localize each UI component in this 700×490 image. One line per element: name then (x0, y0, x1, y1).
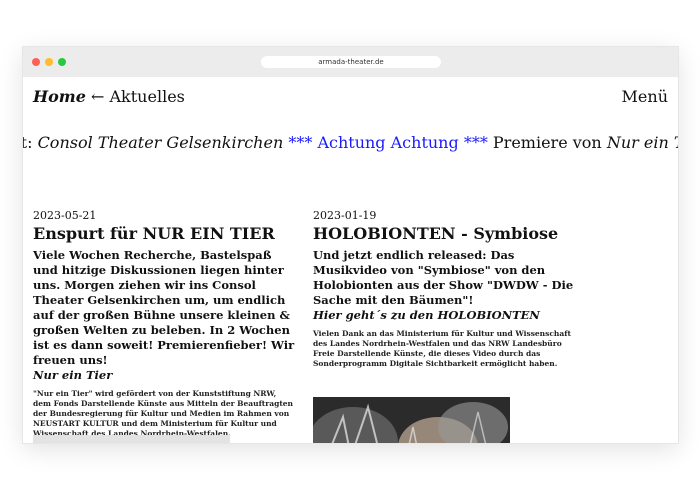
holobionten-link[interactable]: Hier geht´s zu den HOLOBIONTEN (313, 308, 578, 323)
breadcrumb-current: Aktuelles (109, 87, 185, 106)
article-lead-text: Und jetzt endlich released: Das Musikvid… (313, 248, 574, 307)
image-placeholder (33, 435, 230, 443)
ticker-alert[interactable]: *** Achtung Achtung *** (283, 133, 493, 152)
ticker-text: rt: (23, 133, 33, 152)
ticker-venue: Consol Theater Gelsenkirchen (37, 133, 284, 152)
back-arrow-icon: ← (91, 87, 105, 106)
news-ticker: rt: Consol Theater Gelsenkirchen *** Ach… (23, 133, 678, 155)
ticker-text: Premiere von (492, 133, 607, 152)
close-window-icon[interactable] (32, 58, 40, 66)
news-article: 2023-01-19 HOLOBIONTEN - Symbiose Und je… (313, 209, 578, 369)
home-link[interactable]: Home (33, 87, 86, 106)
ticker-track: rt: Consol Theater Gelsenkirchen *** Ach… (23, 133, 678, 152)
article-date: 2023-05-21 (33, 209, 97, 222)
article-title[interactable]: Enspurt für NUR EIN TIER (33, 224, 295, 244)
article-title[interactable]: HOLOBIONTEN - Symbiose (313, 224, 578, 244)
address-bar[interactable]: armada-theater.de (261, 56, 441, 68)
article-funding-note: Vielen Dank an das Ministerium für Kultu… (313, 329, 571, 368)
browser-titlebar: armada-theater.de (23, 47, 678, 77)
article-lead-text: Viele Wochen Recherche, Bastelspaß und h… (33, 248, 295, 367)
video-thumbnail[interactable] (313, 397, 510, 443)
page-content: Home ← Aktuelles Menü rt: Consol Theater… (23, 77, 678, 443)
article-funding-note: "Nur ein Tier" wird gefördert von der Ku… (33, 389, 294, 438)
article-date: 2023-01-19 (313, 209, 377, 222)
video-thumbnail-graphic (313, 397, 510, 443)
minimize-window-icon[interactable] (45, 58, 53, 66)
menu-button[interactable]: Menü (622, 87, 668, 106)
maximize-window-icon[interactable] (58, 58, 66, 66)
breadcrumb: Home ← Aktuelles (33, 87, 185, 106)
article-lead: Und jetzt endlich released: Das Musikvid… (313, 248, 578, 323)
ticker-show: Nur ein T (606, 133, 678, 152)
article-lead-italic: Nur ein Tier (33, 368, 113, 382)
browser-window: armada-theater.de Home ← Aktuelles Menü … (23, 47, 678, 443)
news-article: 2023-05-21 Enspurt für NUR EIN TIER Viel… (33, 209, 295, 439)
article-lead: Viele Wochen Recherche, Bastelspaß und h… (33, 248, 295, 383)
